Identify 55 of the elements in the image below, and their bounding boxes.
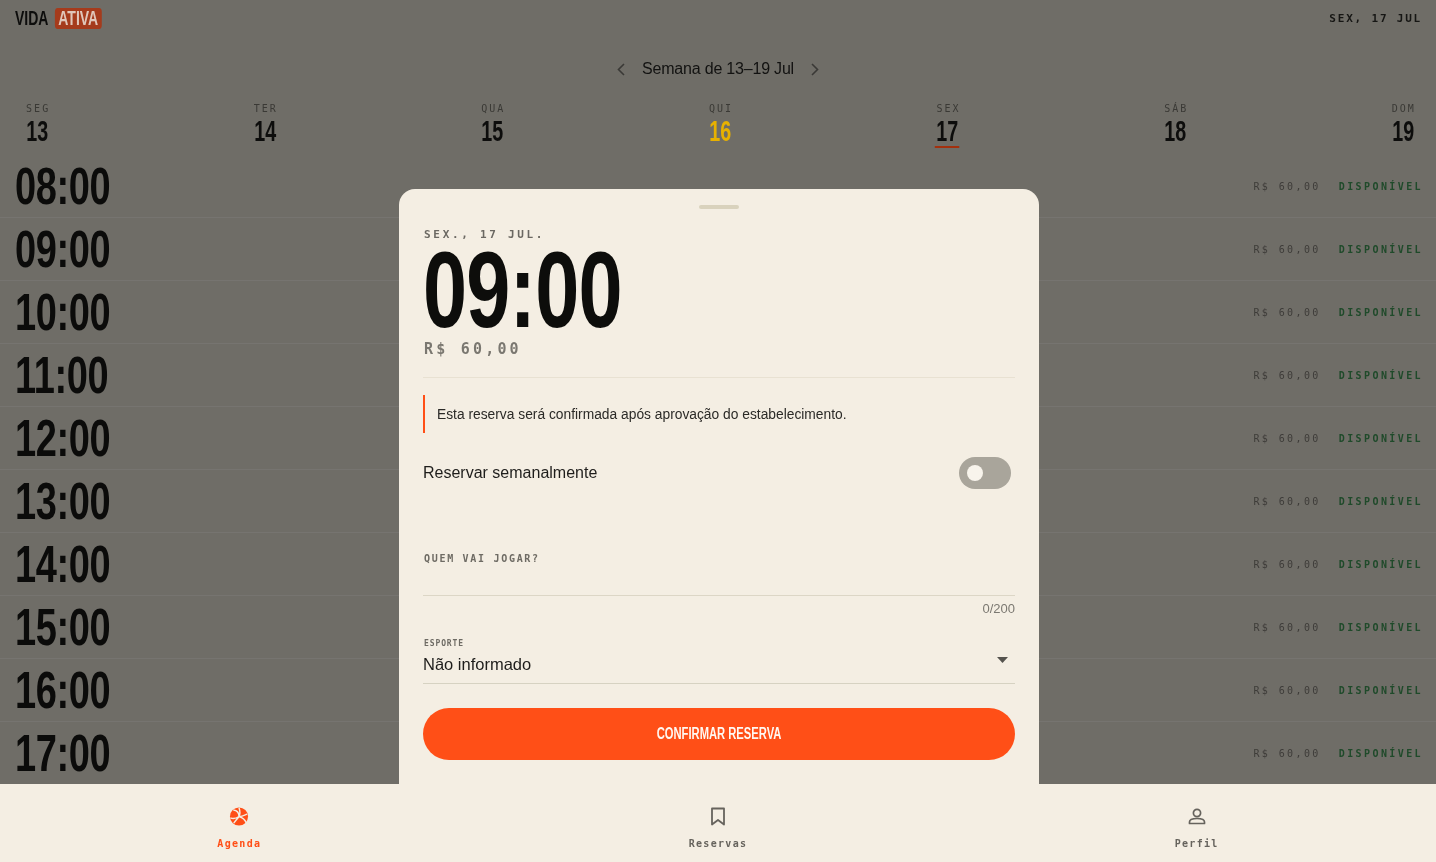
slot-time[interactable]: 17:00	[15, 727, 111, 779]
booking-price: R$ 60,00	[423, 340, 522, 358]
weekly-toggle[interactable]	[959, 457, 1011, 489]
slot-time[interactable]: 11:00	[15, 349, 109, 401]
bookmark-icon	[711, 807, 725, 826]
caret-down-icon	[997, 657, 1008, 663]
drag-handle[interactable]	[699, 205, 739, 209]
slot-time[interactable]: 16:00	[15, 664, 111, 716]
day-number[interactable]: 18	[1162, 117, 1188, 148]
slot-time[interactable]: 14:00	[15, 538, 111, 590]
current-date: SEX, 17 JUL	[1329, 11, 1422, 25]
day-number[interactable]: 16	[707, 117, 733, 148]
booking-time: 09:00	[423, 245, 622, 336]
day-number[interactable]: 13	[24, 117, 50, 148]
volleyball-icon	[229, 807, 250, 826]
chevron-right-icon	[810, 62, 819, 76]
day-number[interactable]: 15	[480, 117, 505, 148]
slot-status: DISPONÍVEL	[1338, 306, 1423, 318]
slot-status: DISPONÍVEL	[1338, 495, 1423, 507]
day-number[interactable]: 14	[252, 117, 278, 148]
character-counter: 0/200	[982, 601, 1015, 617]
slot-status: DISPONÍVEL	[1338, 369, 1423, 381]
field-label: QUEM VAI JOGAR?	[423, 553, 540, 565]
slot-status: DISPONÍVEL	[1338, 432, 1423, 444]
slot-time[interactable]: 12:00	[15, 412, 111, 464]
select-label: ESPORTE	[423, 639, 464, 649]
weekly-toggle-label: Reservar semanalmente	[423, 464, 598, 482]
slot-status: DISPONÍVEL	[1338, 558, 1423, 570]
slot-status: DISPONÍVEL	[1338, 684, 1423, 696]
logo-text: VIDA	[15, 8, 49, 28]
slot-status: DISPONÍVEL	[1338, 747, 1423, 759]
confirm-booking-button[interactable]: CONFIRMAR RESERVA	[423, 708, 1015, 760]
logo-badge: ATIVA	[54, 7, 102, 29]
day-number[interactable]: 19	[1390, 117, 1416, 148]
nav-tab[interactable]: Perfil	[1174, 784, 1219, 850]
slot-status: DISPONÍVEL	[1338, 180, 1423, 192]
slot-time[interactable]: 15:00	[15, 601, 111, 653]
notice-text: Esta reserva será confirmada após aprovação do estabelecimento.	[437, 406, 847, 422]
slot-time[interactable]: 10:00	[15, 286, 111, 338]
next-week-button[interactable]	[810, 62, 819, 76]
person-icon	[1187, 807, 1206, 826]
sport-select[interactable]: ESPORTE Não informado	[423, 639, 1015, 684]
slot-time[interactable]: 09:00	[15, 223, 111, 275]
slot-status: DISPONÍVEL	[1338, 243, 1423, 255]
slot-time[interactable]: 13:00	[15, 475, 111, 527]
previous-week-button[interactable]	[617, 62, 626, 76]
nav-tab[interactable]: Agenda	[217, 784, 262, 850]
day-number[interactable]: 17	[935, 117, 960, 148]
booking-date: SEX., 17 JUL.	[423, 228, 546, 242]
nav-tab[interactable]: Reservas	[688, 784, 748, 850]
select-value: Não informado	[423, 654, 532, 674]
slot-time[interactable]: 08:00	[15, 160, 111, 212]
chevron-left-icon	[617, 62, 626, 76]
week-label: Semana de 13–19 Jul	[642, 60, 794, 78]
slot-status: DISPONÍVEL	[1338, 621, 1423, 633]
